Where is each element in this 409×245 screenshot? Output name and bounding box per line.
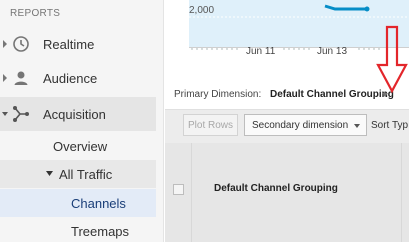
sidebar-subitem-label: All Traffic [59,166,113,182]
reports-section-label: REPORTS [10,8,61,19]
sidebar: REPORTS Realtime Audience Acquisition Ov… [0,0,164,242]
sidebar-item-label: Audience [43,70,98,86]
secondary-dimension-label: Secondary dimension [252,119,349,131]
column-header-default-channel-grouping[interactable]: Default Channel Grouping [214,183,338,194]
sidebar-item-label: Acquisition [43,106,106,122]
caret-down-icon [46,171,53,176]
primary-dimension-label: Primary Dimension: [174,89,262,100]
caret-down-icon [2,112,8,116]
column-divider [401,143,402,242]
chevron-down-icon [354,124,360,128]
column-divider [191,143,192,242]
caret-right-icon [3,74,7,82]
sidebar-subitem-treemaps[interactable]: Treemaps [0,217,156,245]
sidebar-subitem-overview[interactable]: Overview [0,132,156,160]
sort-type-label[interactable]: Sort Typ [371,120,408,131]
sidebar-subitem-channels[interactable]: Channels [0,189,156,217]
sidebar-subitem-all-traffic[interactable]: All Traffic [0,160,156,188]
caret-right-icon [3,40,7,48]
person-icon [14,71,28,85]
sidebar-item-acquisition[interactable]: Acquisition [0,97,156,131]
secondary-dimension-dropdown[interactable]: Secondary dimension [244,114,367,136]
select-all-checkbox[interactable] [173,184,184,195]
sidebar-item-realtime[interactable]: Realtime [0,27,156,61]
sidebar-subitem-label: Treemaps [71,223,130,239]
sidebar-item-label: Realtime [43,36,95,52]
sidebar-subitem-label: Overview [53,138,108,154]
sidebar-item-audience[interactable]: Audience [0,61,156,95]
plot-rows-button[interactable]: Plot Rows [183,114,238,136]
chart-y-label: 2,000 [189,5,215,16]
red-arrow-annotation-icon [376,25,408,94]
acquisition-icon [13,106,29,122]
clock-icon [13,36,29,52]
sidebar-subitem-label: Channels [71,195,126,211]
